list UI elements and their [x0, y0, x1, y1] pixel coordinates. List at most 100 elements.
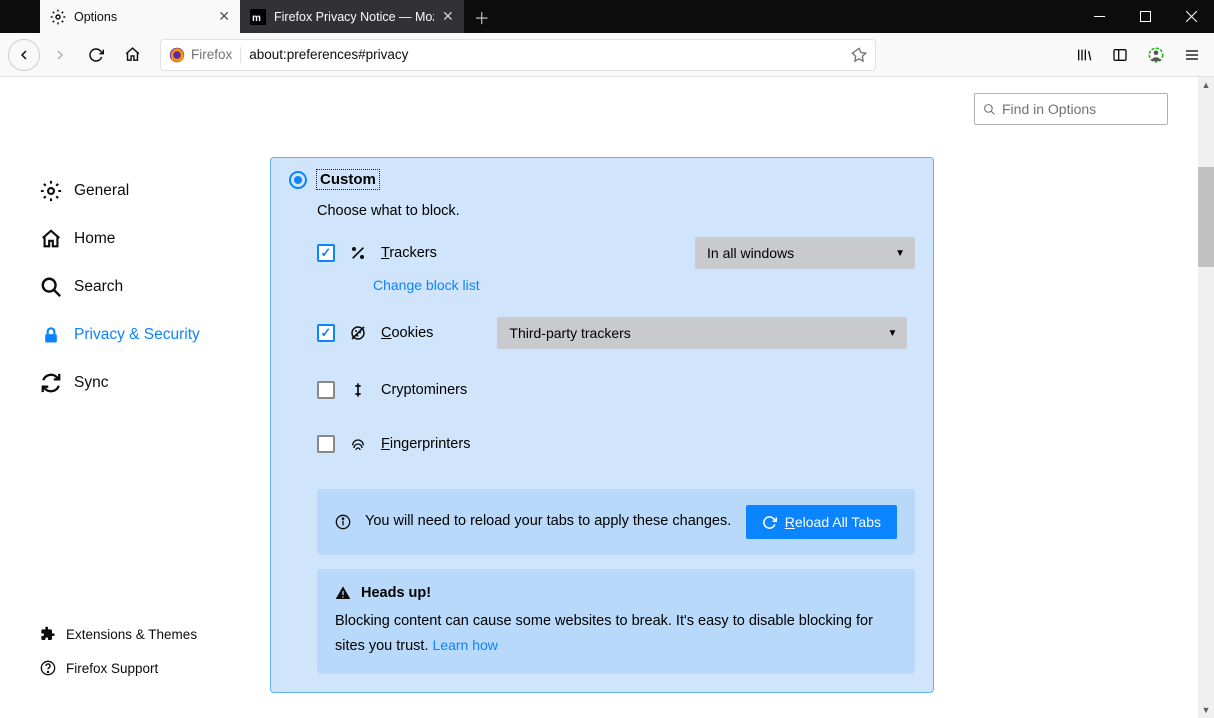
option-label: Fingerprinters: [381, 436, 470, 452]
custom-blocking-panel: Custom Choose what to block. Trackers In…: [270, 157, 934, 693]
navbar: Firefox about:preferences#privacy: [0, 33, 1214, 77]
sidebar-item-search[interactable]: Search: [40, 263, 230, 311]
checkbox-trackers[interactable]: [317, 244, 335, 262]
option-label: Cryptominers: [381, 382, 467, 398]
link-learn-how[interactable]: Learn how: [433, 637, 498, 653]
search-icon: [40, 276, 62, 298]
cryptominers-icon: [349, 381, 367, 399]
sidebar-item-privacy[interactable]: Privacy & Security: [40, 311, 230, 359]
lock-icon: [40, 324, 62, 346]
sidebar: General Home Search Privacy & Security S…: [0, 77, 240, 716]
panel-title: Custom: [317, 170, 379, 189]
reload-notice-text: You will need to reload your tabs to app…: [365, 510, 732, 533]
bookmark-star-icon[interactable]: [851, 47, 867, 63]
url-text: about:preferences#privacy: [249, 47, 408, 62]
option-trackers: Trackers In all windows ▼: [317, 233, 915, 273]
main-content: Custom Choose what to block. Trackers In…: [240, 77, 1198, 716]
identity-box[interactable]: Firefox: [169, 47, 241, 63]
tab-label: Options: [74, 10, 117, 24]
menu-icon[interactable]: [1178, 41, 1206, 69]
checkbox-cookies[interactable]: [317, 324, 335, 342]
checkbox-fingerprinters[interactable]: [317, 435, 335, 453]
checkbox-cryptominers[interactable]: [317, 381, 335, 399]
select-cookies-type[interactable]: Third-party trackers ▼: [497, 317, 907, 349]
tab-options[interactable]: Options ✕: [40, 0, 240, 33]
tab-label: Firefox Privacy Notice — Mozil: [274, 10, 434, 24]
warning-body: Blocking content can cause some websites…: [335, 609, 897, 658]
option-label: Cookies: [381, 325, 433, 341]
tab-privacy-notice[interactable]: m Firefox Privacy Notice — Mozil ✕: [240, 0, 464, 33]
window-controls: [1076, 0, 1214, 33]
close-window-button[interactable]: [1168, 0, 1214, 33]
reload-button[interactable]: [80, 39, 112, 71]
cookies-icon: [349, 324, 367, 342]
titlebar-spacer: [0, 0, 40, 33]
info-icon: [335, 514, 351, 530]
warning-title-row: Heads up!: [335, 585, 897, 601]
back-button[interactable]: [8, 39, 40, 71]
scroll-thumb[interactable]: [1198, 167, 1214, 267]
custom-radio-row[interactable]: Custom: [289, 170, 915, 189]
svg-text:m: m: [252, 13, 261, 24]
select-value: In all windows: [707, 245, 794, 261]
sidebar-footer: Extensions & Themes Firefox Support: [40, 626, 230, 696]
sidebar-item-general[interactable]: General: [40, 167, 230, 215]
forward-button: [44, 39, 76, 71]
warning-box: Heads up! Blocking content can cause som…: [317, 569, 915, 674]
reload-all-tabs-button[interactable]: Reload All Tabs: [746, 505, 897, 539]
sidebar-item-sync[interactable]: Sync: [40, 359, 230, 407]
reload-notice: You will need to reload your tabs to app…: [317, 489, 915, 555]
profile-icon[interactable]: [1142, 41, 1170, 69]
mozilla-icon: m: [250, 9, 266, 25]
question-icon: [40, 660, 56, 676]
trackers-icon: [349, 244, 367, 262]
warning-title: Heads up!: [361, 585, 431, 601]
reload-icon: [762, 515, 777, 530]
maximize-button[interactable]: [1122, 0, 1168, 33]
close-icon[interactable]: ✕: [218, 8, 230, 25]
sidebar-toggle-icon[interactable]: [1106, 41, 1134, 69]
sidebar-item-label: Sync: [74, 374, 108, 392]
minimize-button[interactable]: [1076, 0, 1122, 33]
scrollbar-vertical[interactable]: ▲ ▼: [1198, 77, 1214, 718]
panel-subtitle: Choose what to block.: [317, 203, 915, 219]
sidebar-item-label: Search: [74, 278, 123, 296]
radio-custom[interactable]: [289, 171, 307, 189]
sidebar-item-home[interactable]: Home: [40, 215, 230, 263]
chevron-down-icon: ▼: [888, 328, 898, 339]
library-icon[interactable]: [1070, 41, 1098, 69]
warning-icon: [335, 585, 351, 601]
sidebar-footer-label: Firefox Support: [66, 661, 158, 676]
gear-icon: [40, 180, 62, 202]
identity-label: Firefox: [191, 47, 232, 62]
close-icon[interactable]: ✕: [442, 8, 454, 25]
select-trackers-windows[interactable]: In all windows ▼: [695, 237, 915, 269]
option-cryptominers: Cryptominers: [317, 363, 915, 417]
sidebar-item-label: Home: [74, 230, 115, 248]
home-button[interactable]: [116, 39, 148, 71]
content-area: Find in Options General Home Search Priv…: [0, 77, 1198, 716]
link-change-block-list[interactable]: Change block list: [373, 277, 480, 293]
option-label: Trackers: [381, 245, 437, 261]
sync-icon: [40, 372, 62, 394]
select-value: Third-party trackers: [509, 325, 630, 341]
scroll-down-icon[interactable]: ▼: [1198, 702, 1214, 718]
scroll-up-icon[interactable]: ▲: [1198, 77, 1214, 93]
fingerprinters-icon: [349, 435, 367, 453]
gear-icon: [50, 9, 66, 25]
home-icon: [40, 228, 62, 250]
new-tab-button[interactable]: ＋: [464, 0, 500, 33]
sidebar-item-label: Privacy & Security: [74, 326, 200, 344]
sidebar-footer-support[interactable]: Firefox Support: [40, 660, 230, 676]
sidebar-footer-extensions[interactable]: Extensions & Themes: [40, 626, 230, 642]
sidebar-footer-label: Extensions & Themes: [66, 627, 197, 642]
url-bar[interactable]: Firefox about:preferences#privacy: [160, 39, 876, 71]
titlebar: Options ✕ m Firefox Privacy Notice — Moz…: [0, 0, 1214, 33]
firefox-icon: [169, 47, 185, 63]
puzzle-icon: [40, 626, 56, 642]
chevron-down-icon: ▼: [895, 248, 905, 259]
option-fingerprinters: Fingerprinters: [317, 417, 915, 471]
sidebar-item-label: General: [74, 182, 129, 200]
option-cookies: Cookies Third-party trackers ▼: [317, 313, 915, 353]
toolbar-right: [1070, 41, 1206, 69]
